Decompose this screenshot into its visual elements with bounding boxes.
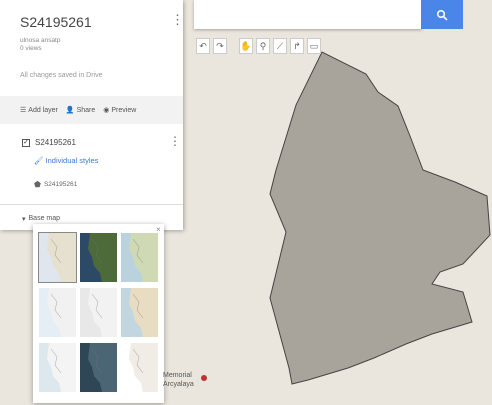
basemap-thumbnail[interactable] bbox=[121, 288, 158, 337]
basemap-thumbnail-image bbox=[121, 233, 158, 282]
basemap-label: Base map bbox=[28, 215, 61, 222]
basemap-thumbnail-image bbox=[121, 288, 158, 337]
map-options-icon[interactable]: ⋮ bbox=[171, 12, 184, 28]
basemap-thumbnail-image bbox=[80, 288, 117, 337]
basemap-thumbnail[interactable] bbox=[80, 233, 117, 282]
map-description[interactable]: ulnosa ansatp bbox=[20, 37, 60, 45]
ruler-icon[interactable]: ▭ bbox=[307, 38, 321, 54]
basemap-thumbnail-image bbox=[39, 288, 76, 337]
basemap-thumbnail-image bbox=[39, 343, 76, 392]
basemap-thumbnail[interactable] bbox=[121, 343, 158, 392]
search-icon bbox=[436, 9, 448, 21]
basemap-thumbnail-image bbox=[80, 343, 117, 392]
basemap-thumbnail[interactable] bbox=[38, 232, 77, 283]
add-person-icon: 👤 bbox=[65, 107, 75, 114]
map-title[interactable]: S24195261 bbox=[20, 14, 92, 30]
redo-icon[interactable]: ↷ bbox=[213, 38, 227, 54]
marker-icon[interactable]: ⚲ bbox=[256, 38, 270, 54]
polygon-feature-icon: ⬟ bbox=[34, 180, 41, 189]
preview-button[interactable]: ◉ Preview bbox=[103, 106, 137, 115]
place-label-line1: Memorial bbox=[163, 372, 192, 379]
add-layer-label: Add layer bbox=[28, 106, 58, 114]
basemap-thumbnail[interactable] bbox=[80, 288, 117, 337]
share-button[interactable]: 👤 Share bbox=[65, 106, 96, 115]
share-label: Share bbox=[76, 106, 96, 114]
map-place-label: Memorial Arcyalaya bbox=[163, 371, 194, 389]
save-status: All changes saved in Drive bbox=[20, 72, 103, 79]
map-toolbar: ↶ ↷ ✋ ⚲ ⟋ ↱ ▭ bbox=[196, 38, 321, 54]
route-icon[interactable]: ↱ bbox=[290, 38, 304, 54]
styles-link-label: Individual styles bbox=[45, 156, 99, 165]
layer-options-icon[interactable]: ⋮ bbox=[169, 134, 181, 148]
basemap-thumbnail[interactable] bbox=[39, 288, 76, 337]
basemap-thumbnail-image bbox=[39, 233, 76, 282]
basemap-thumbnail-image bbox=[121, 343, 158, 392]
basemap-thumbnail[interactable] bbox=[121, 233, 158, 282]
layer-visibility-checkbox[interactable]: ✓ bbox=[22, 139, 30, 147]
feature-item[interactable]: ⬟ S24195261 bbox=[34, 180, 77, 189]
add-layer-button[interactable]: ☰ Add layer bbox=[20, 106, 58, 115]
layer-actions-bar: ☰ Add layer 👤 Share ◉ Preview bbox=[0, 96, 183, 124]
map-meta: ulnosa ansatp 0 views bbox=[20, 37, 60, 53]
basemap-thumbnail[interactable] bbox=[80, 343, 117, 392]
basemap-thumbnail-image bbox=[80, 233, 117, 282]
polygon-icon[interactable]: ⟋ bbox=[273, 38, 287, 54]
hand-icon[interactable]: ✋ bbox=[239, 38, 253, 54]
add-layer-icon: ☰ bbox=[20, 107, 27, 114]
map-views: 0 views bbox=[20, 45, 42, 52]
preview-label: Preview bbox=[111, 106, 137, 114]
place-marker-icon[interactable] bbox=[201, 375, 207, 381]
search-button[interactable] bbox=[421, 0, 463, 29]
individual-styles-link[interactable]: 🖌 Individual styles bbox=[34, 156, 98, 165]
place-label-line2: Arcyalaya bbox=[163, 381, 194, 388]
layer-name[interactable]: S24195261 bbox=[35, 138, 76, 147]
preview-icon: ◉ bbox=[103, 107, 110, 114]
basemap-picker: × bbox=[33, 224, 164, 403]
basemap-thumbnail[interactable] bbox=[39, 343, 76, 392]
search-input[interactable] bbox=[194, 0, 422, 29]
chevron-down-icon: ▾ bbox=[22, 216, 26, 223]
divider bbox=[0, 204, 183, 205]
drawn-polygon[interactable] bbox=[269, 51, 491, 385]
undo-icon[interactable]: ↶ bbox=[196, 38, 210, 54]
basemap-toggle[interactable]: ▾ Base map bbox=[22, 215, 60, 223]
layers-panel: S24195261 ⋮ ulnosa ansatp 0 views All ch… bbox=[0, 0, 184, 230]
paint-roller-icon: 🖌 bbox=[34, 156, 44, 165]
feature-label: S24195261 bbox=[43, 181, 78, 188]
